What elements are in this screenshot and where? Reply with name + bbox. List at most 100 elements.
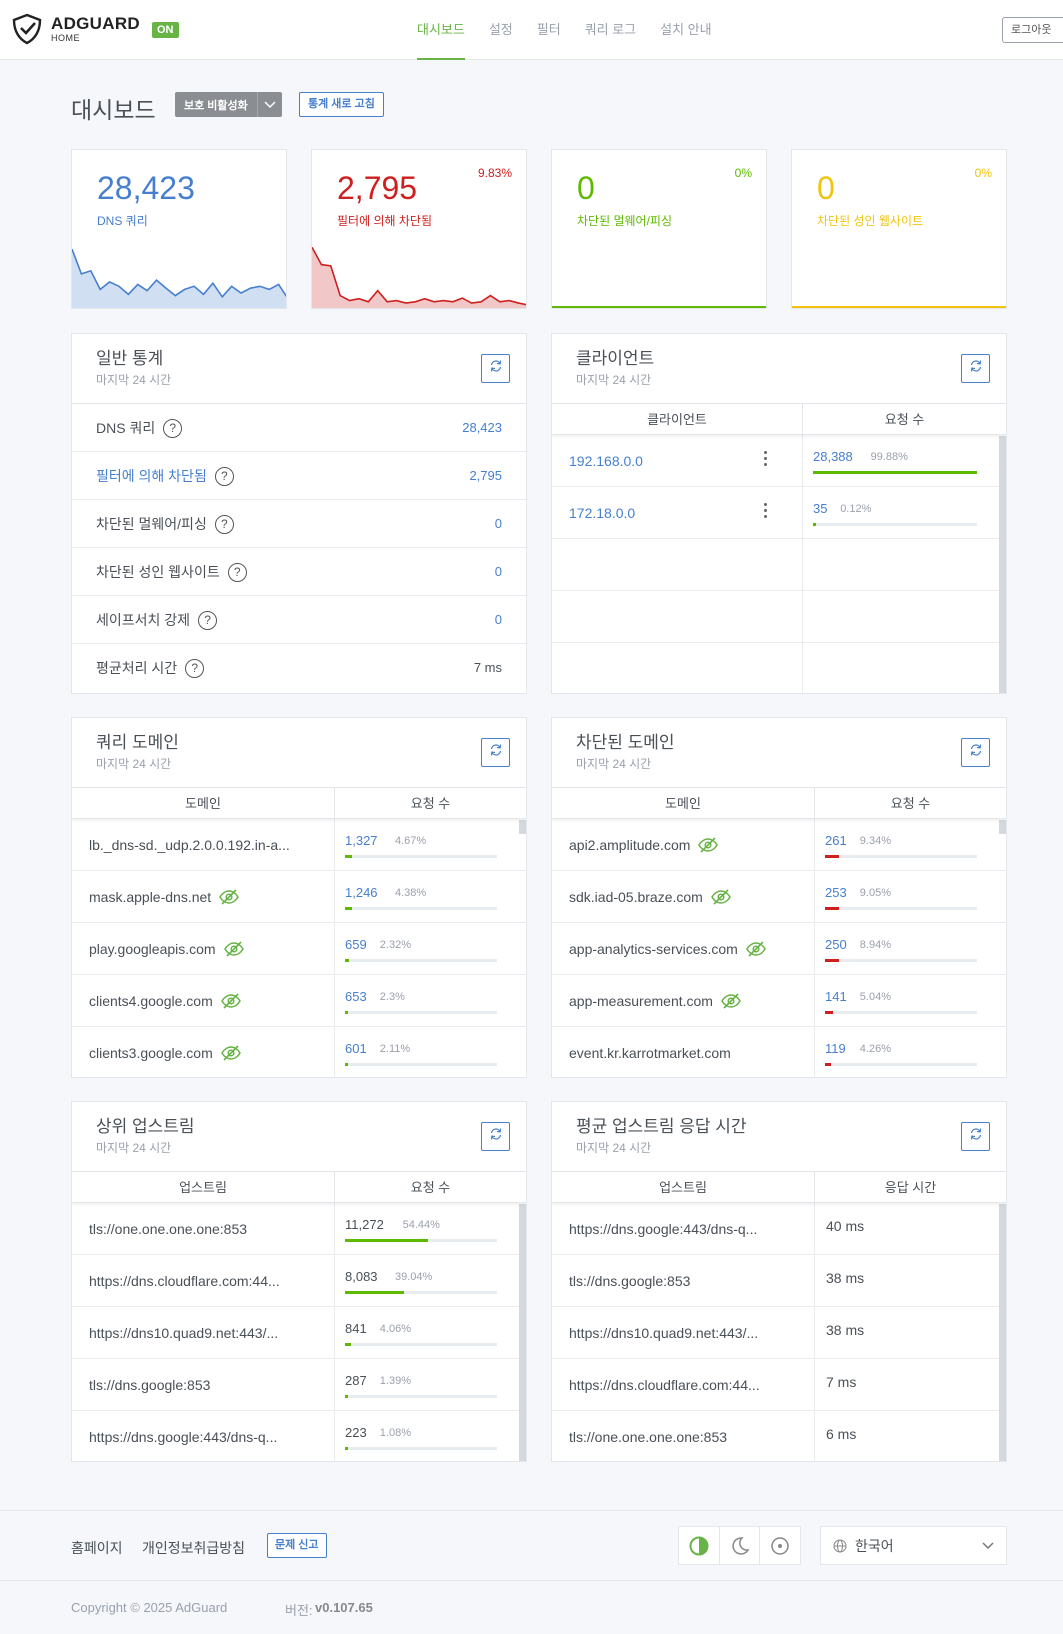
help-question-icon[interactable]: ?: [163, 418, 183, 438]
general-stat-value[interactable]: 0: [495, 548, 502, 596]
report-issue-button[interactable]: 문제 신고: [267, 1533, 327, 1558]
domain-name[interactable]: clients4.google.com: [89, 993, 213, 1009]
table-row[interactable]: clients3.google.com 601 2.11%: [72, 1027, 526, 1077]
column-header[interactable]: 요청 수: [334, 788, 526, 818]
table-row[interactable]: sdk.iad-05.braze.com 253 9.05%: [552, 871, 1006, 923]
eye-off-icon[interactable]: [220, 992, 242, 1009]
refresh-button[interactable]: [961, 354, 990, 383]
refresh-button[interactable]: [481, 1122, 510, 1151]
request-count[interactable]: 250: [825, 937, 847, 952]
upstream-name[interactable]: https://dns.cloudflare.com:44...: [89, 1273, 280, 1289]
upstream-name[interactable]: https://dns10.quad9.net:443/...: [89, 1325, 278, 1341]
domain-name[interactable]: event.kr.karrotmarket.com: [569, 1045, 731, 1061]
nav-dashboard[interactable]: 대시보드: [405, 0, 477, 60]
nav-setup-guide[interactable]: 설치 안내: [648, 0, 723, 60]
eye-off-icon[interactable]: [710, 888, 732, 905]
help-question-icon[interactable]: ?: [214, 514, 234, 534]
upstream-name[interactable]: tls://dns.google:853: [89, 1377, 210, 1393]
column-header[interactable]: 도메인: [552, 788, 814, 818]
privacy-policy-link[interactable]: 개인정보취급방침: [142, 1538, 245, 1558]
scrollbar[interactable]: [519, 820, 526, 834]
table-row[interactable]: app-measurement.com 141 5.04%: [552, 975, 1006, 1027]
table-row[interactable]: mask.apple-dns.net 1,246 4.38%: [72, 871, 526, 923]
table-row[interactable]: https://dns.cloudflare.com:44... 8,083 39.…: [72, 1255, 526, 1307]
request-count[interactable]: 659: [345, 937, 367, 952]
general-stat-label[interactable]: 필터에 의해 차단됨: [96, 452, 207, 500]
column-header[interactable]: 도메인: [72, 788, 334, 818]
table-row[interactable]: https://dns10.quad9.net:443/... 841 4.06%: [72, 1307, 526, 1359]
domain-name[interactable]: app-analytics-services.com: [569, 941, 738, 957]
eye-off-icon[interactable]: [720, 992, 742, 1009]
scrollbar[interactable]: [999, 820, 1006, 834]
table-row[interactable]: 172.18.0.0 35 0.12%: [552, 487, 1006, 539]
refresh-button[interactable]: [481, 738, 510, 767]
request-count[interactable]: 261: [825, 833, 847, 848]
upstream-name[interactable]: tls://one.one.one.one:853: [569, 1429, 727, 1445]
nav-settings[interactable]: 설정: [477, 0, 525, 60]
refresh-button[interactable]: [481, 354, 510, 383]
general-stat-value[interactable]: 0: [495, 500, 502, 548]
scrollbar[interactable]: [519, 1204, 526, 1461]
request-count[interactable]: 28,388: [813, 449, 853, 464]
client-ip-link[interactable]: 192.168.0.0: [569, 453, 643, 469]
table-row[interactable]: tls://dns.google:853 38 ms: [552, 1255, 1006, 1307]
nav-filters[interactable]: 필터: [525, 0, 573, 60]
column-header[interactable]: 업스트림: [552, 1172, 814, 1202]
table-row[interactable]: https://dns10.quad9.net:443/... 38 ms: [552, 1307, 1006, 1359]
help-question-icon[interactable]: ?: [185, 658, 205, 678]
eye-off-icon[interactable]: [745, 940, 767, 957]
logout-button[interactable]: 로그아웃: [1002, 17, 1063, 43]
adguard-logo[interactable]: ADGUARD HOME: [11, 13, 140, 45]
domain-name[interactable]: lb._dns-sd._udp.2.0.0.192.in-a...: [89, 837, 290, 853]
eye-off-icon[interactable]: [697, 836, 719, 853]
refresh-button[interactable]: [961, 1122, 990, 1151]
disable-protection-button[interactable]: 보호 비활성화: [175, 92, 282, 117]
domain-name[interactable]: clients3.google.com: [89, 1045, 213, 1061]
table-row[interactable]: tls://one.one.one.one:853 11,272 54.44%: [72, 1203, 526, 1255]
general-stat-value[interactable]: 2,795: [469, 452, 502, 500]
refresh-statistics-button[interactable]: 통계 새로 고침: [299, 92, 384, 117]
eye-off-icon[interactable]: [218, 888, 240, 905]
request-count[interactable]: 119: [825, 1041, 846, 1056]
table-row[interactable]: play.googleapis.com 659 2.32%: [72, 923, 526, 975]
eye-off-icon[interactable]: [223, 940, 245, 957]
upstream-name[interactable]: https://dns.google:443/dns-q...: [89, 1429, 277, 1445]
table-row[interactable]: lb._dns-sd._udp.2.0.0.192.in-a... 1,327 4.…: [72, 819, 526, 871]
language-select[interactable]: 한국어: [820, 1526, 1007, 1565]
upstream-name[interactable]: https://dns10.quad9.net:443/...: [569, 1325, 758, 1341]
chevron-down-icon[interactable]: [256, 92, 282, 117]
table-row[interactable]: 192.168.0.0 28,388 99.88%: [552, 435, 1006, 487]
client-ip-link[interactable]: 172.18.0.0: [569, 505, 635, 521]
table-row[interactable]: https://dns.google:443/dns-q... 223 1.08%: [72, 1411, 526, 1461]
table-row[interactable]: https://dns.cloudflare.com:44... 7 ms: [552, 1359, 1006, 1411]
request-count[interactable]: 35: [813, 501, 827, 516]
column-header[interactable]: 요청 수: [802, 404, 1006, 434]
table-row[interactable]: app-analytics-services.com 250 8.94%: [552, 923, 1006, 975]
domain-name[interactable]: play.googleapis.com: [89, 941, 216, 957]
domain-name[interactable]: sdk.iad-05.braze.com: [569, 889, 703, 905]
homepage-link[interactable]: 홈페이지: [71, 1538, 123, 1558]
upstream-name[interactable]: tls://dns.google:853: [569, 1273, 690, 1289]
request-count[interactable]: 141: [825, 989, 847, 1004]
domain-name[interactable]: api2.amplitude.com: [569, 837, 690, 853]
theme-dark-button[interactable]: [718, 1527, 760, 1564]
column-header[interactable]: 응답 시간: [814, 1172, 1006, 1202]
request-count[interactable]: 1,246: [345, 885, 378, 900]
request-count[interactable]: 1,327: [345, 833, 378, 848]
table-row[interactable]: tls://one.one.one.one:853 6 ms: [552, 1411, 1006, 1461]
stat-card-blocked-malware[interactable]: 0 차단된 멀웨어/피싱 0%: [551, 149, 767, 309]
scrollbar[interactable]: [999, 436, 1006, 693]
column-header[interactable]: 업스트림: [72, 1172, 334, 1202]
stat-card-dns-queries[interactable]: 28,423 DNS 쿼리: [71, 149, 287, 309]
column-header[interactable]: 클라이언트: [552, 404, 802, 434]
help-question-icon[interactable]: ?: [198, 610, 218, 630]
table-row[interactable]: api2.amplitude.com 261 9.34%: [552, 819, 1006, 871]
general-stat-value[interactable]: 0: [495, 596, 502, 644]
eye-off-icon[interactable]: [220, 1045, 242, 1061]
help-question-icon[interactable]: ?: [227, 562, 247, 582]
column-header[interactable]: 요청 수: [334, 1172, 526, 1202]
domain-name[interactable]: app-measurement.com: [569, 993, 713, 1009]
request-count[interactable]: 601: [345, 1041, 367, 1056]
theme-light-button[interactable]: [759, 1527, 800, 1564]
table-row[interactable]: tls://dns.google:853 287 1.39%: [72, 1359, 526, 1411]
